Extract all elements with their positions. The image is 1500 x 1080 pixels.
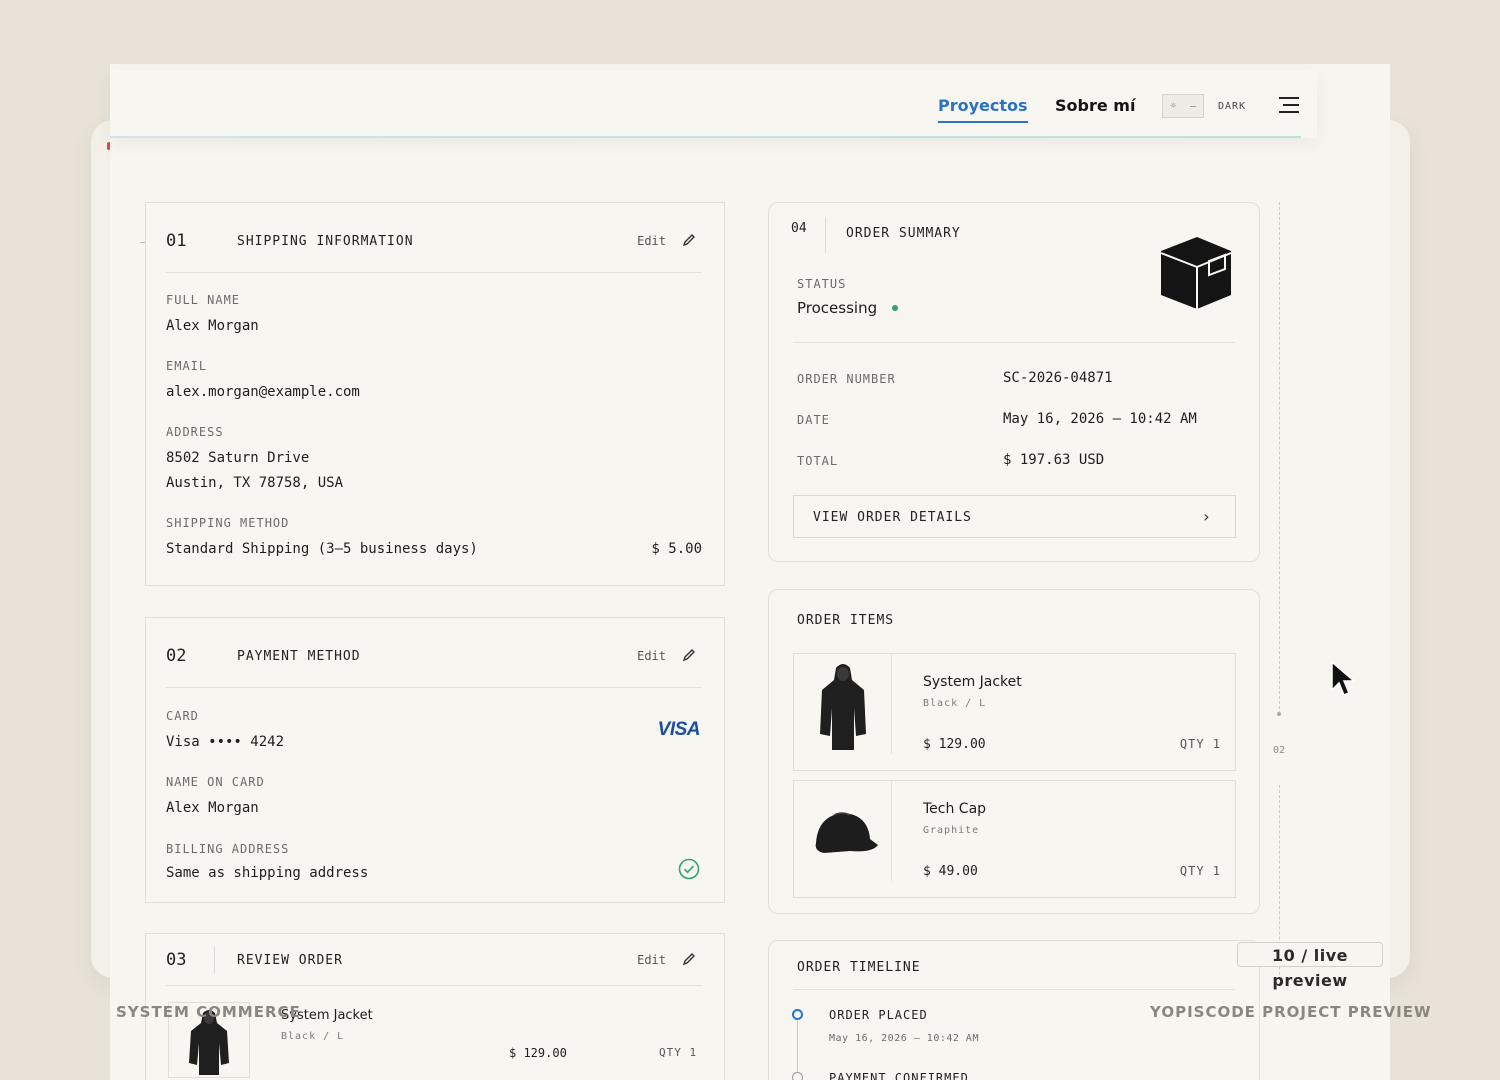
address-line1: 8502 Saturn Drive [166, 450, 310, 466]
step-number: 01 [166, 231, 187, 251]
shipping-method-label: SHIPPING METHOD [166, 516, 290, 530]
header-divider [825, 217, 826, 253]
billing-address-label: BILLING ADDRESS [166, 842, 290, 856]
header-divider [214, 946, 215, 974]
review-panel-header: 03 REVIEW ORDER Edit [166, 934, 702, 986]
panel-title: PAYMENT METHOD [237, 649, 361, 664]
view-order-details-button[interactable]: VIEW ORDER DETAILS › [793, 495, 1236, 538]
item-thumbnail [794, 654, 892, 754]
timeline-dot-active [792, 1009, 803, 1020]
shipping-method-value: Standard Shipping (3–5 business days) [166, 541, 478, 557]
order-number-value: SC-2026-04871 [1003, 370, 1113, 386]
address-line2: Austin, TX 78758, USA [166, 475, 344, 491]
timeline-event-time: May 16, 2026 – 10:42 AM [829, 1033, 979, 1044]
total-label: TOTAL [797, 454, 839, 468]
item-name: Tech Cap [923, 801, 987, 817]
order-items-panel: ORDER ITEMS System Jacket Black / L $ 12… [768, 589, 1260, 914]
date-value: May 16, 2026 – 10:42 AM [1003, 411, 1197, 427]
pencil-icon[interactable] [682, 233, 696, 247]
step-number: 04 [791, 221, 807, 236]
live-preview-badge: 10 / live preview [1237, 942, 1383, 990]
nav-link-about[interactable]: Sobre mí [1055, 96, 1135, 115]
nav-link-projects[interactable]: Proyectos [938, 96, 1028, 123]
order-item-card[interactable]: Tech Cap Graphite $ 49.00 QTY 1 [793, 780, 1236, 898]
name-on-card-value: Alex Morgan [166, 800, 259, 816]
jacket-image [820, 664, 866, 750]
footer-project-name: SYSTEM COMMERCE [116, 1003, 301, 1021]
review-item-qty: QTY 1 [659, 1046, 698, 1059]
scroll-rail [1279, 202, 1280, 714]
chevron-right-icon: › [1201, 507, 1211, 526]
review-item-variant: Black / L [281, 1031, 345, 1042]
email-value: alex.morgan@example.com [166, 384, 360, 400]
address-label: ADDRESS [166, 425, 224, 439]
divider [793, 342, 1235, 343]
panel-title: SHIPPING INFORMATION [237, 234, 414, 249]
review-item-price: $ 129.00 [509, 1046, 567, 1060]
email-label: EMAIL [166, 359, 208, 373]
pencil-icon[interactable] [682, 648, 696, 662]
order-summary-panel: 04 ORDER SUMMARY STATUS Processing ORDER… [768, 202, 1260, 562]
edit-payment-link[interactable]: Edit [637, 649, 666, 663]
panel-title: ORDER SUMMARY [846, 226, 961, 241]
item-price: $ 129.00 [923, 737, 986, 752]
item-name: System Jacket [923, 674, 1022, 690]
timeline-dot [792, 1072, 803, 1080]
divider [793, 989, 1235, 990]
name-on-card-label: NAME ON CARD [166, 775, 265, 789]
edit-shipping-link[interactable]: Edit [637, 234, 666, 248]
rail-label: 02 [1273, 745, 1286, 756]
minus-icon: – [1189, 100, 1197, 112]
total-value: $ 197.63 USD [1003, 452, 1105, 468]
date-label: DATE [797, 413, 830, 427]
mouse-cursor-icon [1331, 660, 1357, 696]
item-variant: Black / L [923, 698, 987, 709]
panel-title: ORDER ITEMS [797, 613, 895, 628]
timeline-line [797, 1021, 798, 1073]
status-dot [892, 305, 898, 311]
check-circle-icon [678, 858, 700, 880]
theme-toggle[interactable]: ☼ – [1162, 94, 1204, 118]
timeline-event-label: PAYMENT CONFIRMED [829, 1071, 969, 1080]
sun-icon: ☼ [1169, 100, 1177, 112]
item-qty: QTY 1 [1179, 737, 1221, 751]
timeline-event-label: ORDER PLACED [829, 1008, 928, 1022]
item-qty: QTY 1 [1179, 864, 1221, 878]
shipping-panel: 01 SHIPPING INFORMATION Edit FULL NAME A… [145, 202, 725, 586]
status-value: Processing [797, 299, 878, 317]
visa-logo: VISA [657, 719, 701, 740]
step-number: 03 [166, 950, 187, 970]
rail-marker [1277, 712, 1281, 716]
edit-review-link[interactable]: Edit [637, 953, 666, 967]
panel-title: REVIEW ORDER [237, 953, 343, 968]
payment-panel: 02 PAYMENT METHOD Edit CARD Visa •••• 42… [145, 617, 725, 903]
card-label: CARD [166, 709, 199, 723]
order-number-label: ORDER NUMBER [797, 372, 896, 386]
item-price: $ 49.00 [923, 864, 978, 879]
theme-label: DARK [1218, 101, 1247, 112]
step-number: 02 [166, 646, 187, 666]
cap-image [815, 812, 878, 853]
item-variant: Graphite [923, 825, 980, 836]
item-thumbnail [794, 781, 892, 881]
billing-address-value: Same as shipping address [166, 865, 369, 881]
package-icon [1160, 237, 1232, 309]
panel-title: ORDER TIMELINE [797, 960, 921, 975]
status-label: STATUS [797, 277, 847, 291]
card-value: Visa •••• 4242 [166, 734, 285, 750]
menu-icon[interactable] [1279, 97, 1299, 115]
header-underline [110, 136, 1301, 138]
pencil-icon[interactable] [682, 952, 696, 966]
shipping-panel-header: 01 SHIPPING INFORMATION Edit [166, 203, 702, 273]
top-nav-bar: Proyectos Sobre mí ☼ – DARK [110, 70, 1317, 138]
full-name-label: FULL NAME [166, 293, 241, 307]
view-order-details-label: VIEW ORDER DETAILS [813, 510, 972, 525]
footer-preview-label: YOPISCODE PROJECT PREVIEW [1150, 1003, 1432, 1021]
order-item-card[interactable]: System Jacket Black / L $ 129.00 QTY 1 [793, 653, 1236, 771]
full-name-value: Alex Morgan [166, 318, 259, 334]
payment-panel-header: 02 PAYMENT METHOD Edit [166, 618, 702, 688]
shipping-method-price: $ 5.00 [651, 541, 702, 557]
